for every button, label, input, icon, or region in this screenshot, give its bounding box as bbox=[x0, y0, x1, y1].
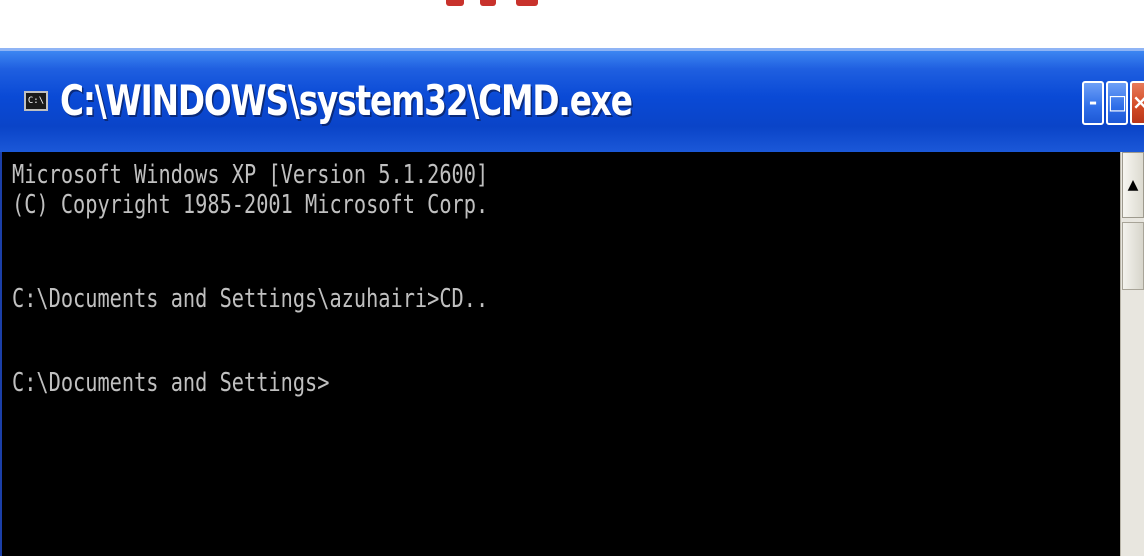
scroll-up-arrow-icon[interactable]: ▲ bbox=[1122, 152, 1144, 218]
console-line-command: C:\Documents and Settings\azuhairi>CD.. bbox=[12, 284, 489, 314]
maximize-button[interactable]: □ bbox=[1106, 81, 1128, 125]
close-button[interactable]: × bbox=[1130, 81, 1144, 125]
cmd-window: C:\ C:\WINDOWS\system32\CMD.exe - □ × Mi… bbox=[0, 48, 1144, 556]
cmd-app-icon[interactable]: C:\ bbox=[24, 91, 48, 111]
window-controls: - □ × bbox=[1082, 81, 1144, 125]
vertical-scrollbar[interactable]: ▲ bbox=[1120, 152, 1144, 556]
minimize-button[interactable]: - bbox=[1082, 81, 1104, 125]
window-title: C:\WINDOWS\system32\CMD.exe bbox=[60, 76, 633, 125]
console-line-version: Microsoft Windows XP [Version 5.1.2600] bbox=[12, 160, 489, 190]
console-line-copyright: (C) Copyright 1985-2001 Microsoft Corp. bbox=[12, 190, 489, 220]
scrollbar-thumb[interactable] bbox=[1122, 222, 1144, 290]
console-output[interactable]: Microsoft Windows XP [Version 5.1.2600] … bbox=[0, 152, 1120, 556]
page: C:\ C:\WINDOWS\system32\CMD.exe - □ × Mi… bbox=[0, 0, 1144, 556]
console-line-prompt: C:\Documents and Settings> bbox=[12, 368, 330, 398]
cropped-annotation-fragment bbox=[446, 0, 566, 8]
title-bar[interactable]: C:\ C:\WINDOWS\system32\CMD.exe - □ × bbox=[0, 48, 1144, 152]
